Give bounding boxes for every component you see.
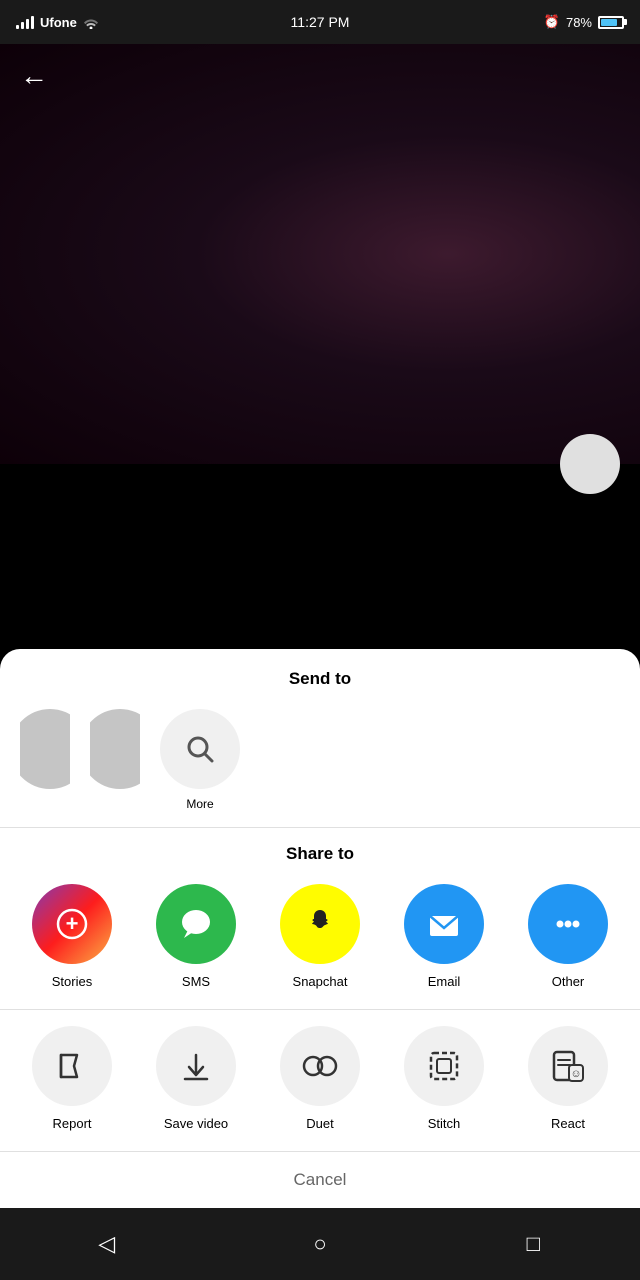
react-icon: ☺ (528, 1026, 608, 1106)
react-label: React (551, 1116, 585, 1131)
stories-label: Stories (52, 974, 92, 989)
share-stories-item[interactable]: + Stories (22, 884, 122, 989)
stories-icon: + (32, 884, 112, 964)
nav-recents-button[interactable]: □ (508, 1219, 558, 1269)
nav-home-button[interactable]: ○ (295, 1219, 345, 1269)
partial-contact-1 (20, 709, 70, 789)
contacts-row: More (0, 709, 640, 811)
back-button[interactable]: ← (20, 60, 48, 92)
action-row: Report Save video Duet (0, 1026, 640, 1131)
more-search-item[interactable]: More (160, 709, 240, 811)
time-label: 11:27 PM (291, 14, 350, 30)
action-report-item[interactable]: Report (22, 1026, 122, 1131)
share-sms-item[interactable]: SMS (146, 884, 246, 989)
share-email-item[interactable]: Email (394, 884, 494, 989)
divider-2 (0, 1009, 640, 1010)
more-label: More (186, 797, 213, 811)
svg-text:☺: ☺ (570, 1068, 581, 1080)
video-background: ← (0, 44, 640, 464)
duet-icon (280, 1026, 360, 1106)
stitch-icon (404, 1026, 484, 1106)
battery-percent: 78% (566, 15, 592, 30)
svg-text:+: + (66, 911, 79, 936)
partial-contact-2 (90, 709, 140, 789)
status-bar: Ufone 11:27 PM ⏰ 78% (0, 0, 640, 44)
action-save-video-item[interactable]: Save video (146, 1026, 246, 1131)
share-row: + Stories SMS Snapchat (0, 884, 640, 989)
signal-icon (16, 15, 34, 29)
save-video-icon (156, 1026, 236, 1106)
other-icon (528, 884, 608, 964)
other-label: Other (552, 974, 585, 989)
status-right: ⏰ 78% (544, 14, 624, 30)
save-video-label: Save video (164, 1116, 228, 1131)
nav-bar: ◁ ○ □ (0, 1208, 640, 1280)
floating-profile-circle (560, 434, 620, 494)
action-react-item[interactable]: ☺ React (518, 1026, 618, 1131)
share-snapchat-item[interactable]: Snapchat (270, 884, 370, 989)
snapchat-label: Snapchat (293, 974, 348, 989)
status-left: Ufone (16, 15, 99, 30)
carrier-label: Ufone (40, 15, 77, 30)
sms-icon (156, 884, 236, 964)
action-stitch-item[interactable]: Stitch (394, 1026, 494, 1131)
report-label: Report (52, 1116, 91, 1131)
share-other-item[interactable]: Other (518, 884, 618, 989)
battery-icon (598, 16, 624, 29)
share-to-title: Share to (0, 844, 640, 864)
alarm-icon: ⏰ (544, 14, 560, 30)
email-icon (404, 884, 484, 964)
wifi-icon (83, 16, 99, 29)
action-duet-item[interactable]: Duet (270, 1026, 370, 1131)
nav-back-button[interactable]: ◁ (82, 1219, 132, 1269)
email-label: Email (428, 974, 461, 989)
snapchat-icon (280, 884, 360, 964)
stitch-label: Stitch (428, 1116, 461, 1131)
search-avatar (160, 709, 240, 789)
send-to-title: Send to (0, 669, 640, 689)
bottom-sheet: Send to More Share to (0, 649, 640, 1208)
cancel-row[interactable]: Cancel (0, 1151, 640, 1208)
cancel-label: Cancel (294, 1170, 347, 1189)
duet-label: Duet (306, 1116, 333, 1131)
sms-label: SMS (182, 974, 210, 989)
divider-1 (0, 827, 640, 828)
report-icon (32, 1026, 112, 1106)
